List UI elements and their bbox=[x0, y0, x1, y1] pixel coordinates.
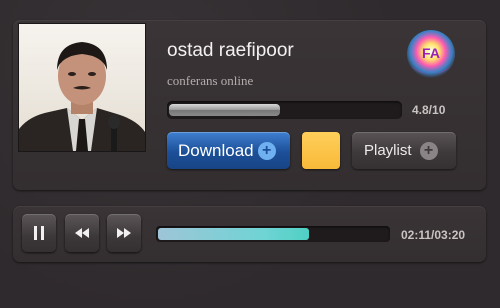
fast-forward-icon bbox=[117, 228, 131, 238]
pause-button[interactable] bbox=[22, 214, 56, 252]
seek-bar-fill bbox=[158, 228, 309, 240]
plus-icon: + bbox=[419, 141, 438, 160]
rating-value: 4.8/10 bbox=[412, 103, 446, 117]
track-title: ostad raefipoor bbox=[167, 40, 294, 61]
cover-photo bbox=[18, 23, 146, 152]
pause-icon bbox=[34, 226, 44, 240]
rewind-icon bbox=[75, 228, 89, 238]
portrait-image bbox=[19, 24, 145, 151]
track-subtitle: conferans online bbox=[167, 73, 254, 88]
playlist-button[interactable]: Playlist + bbox=[352, 132, 456, 169]
time-display: 02:11/03:20 bbox=[401, 228, 466, 242]
svg-text:FA: FA bbox=[422, 45, 440, 61]
fast-forward-button[interactable] bbox=[107, 214, 141, 252]
download-button-label: Download bbox=[178, 140, 254, 160]
color-swatch-button[interactable] bbox=[302, 132, 340, 169]
playlist-button-label: Playlist bbox=[364, 142, 412, 159]
rating-bar bbox=[167, 101, 402, 119]
rating-bar-fill bbox=[169, 104, 280, 116]
rewind-button[interactable] bbox=[65, 214, 99, 252]
plus-icon: + bbox=[257, 141, 276, 160]
seek-bar[interactable] bbox=[156, 226, 390, 242]
fa-logo: FA bbox=[403, 30, 459, 82]
download-button[interactable]: Download + bbox=[167, 132, 290, 169]
